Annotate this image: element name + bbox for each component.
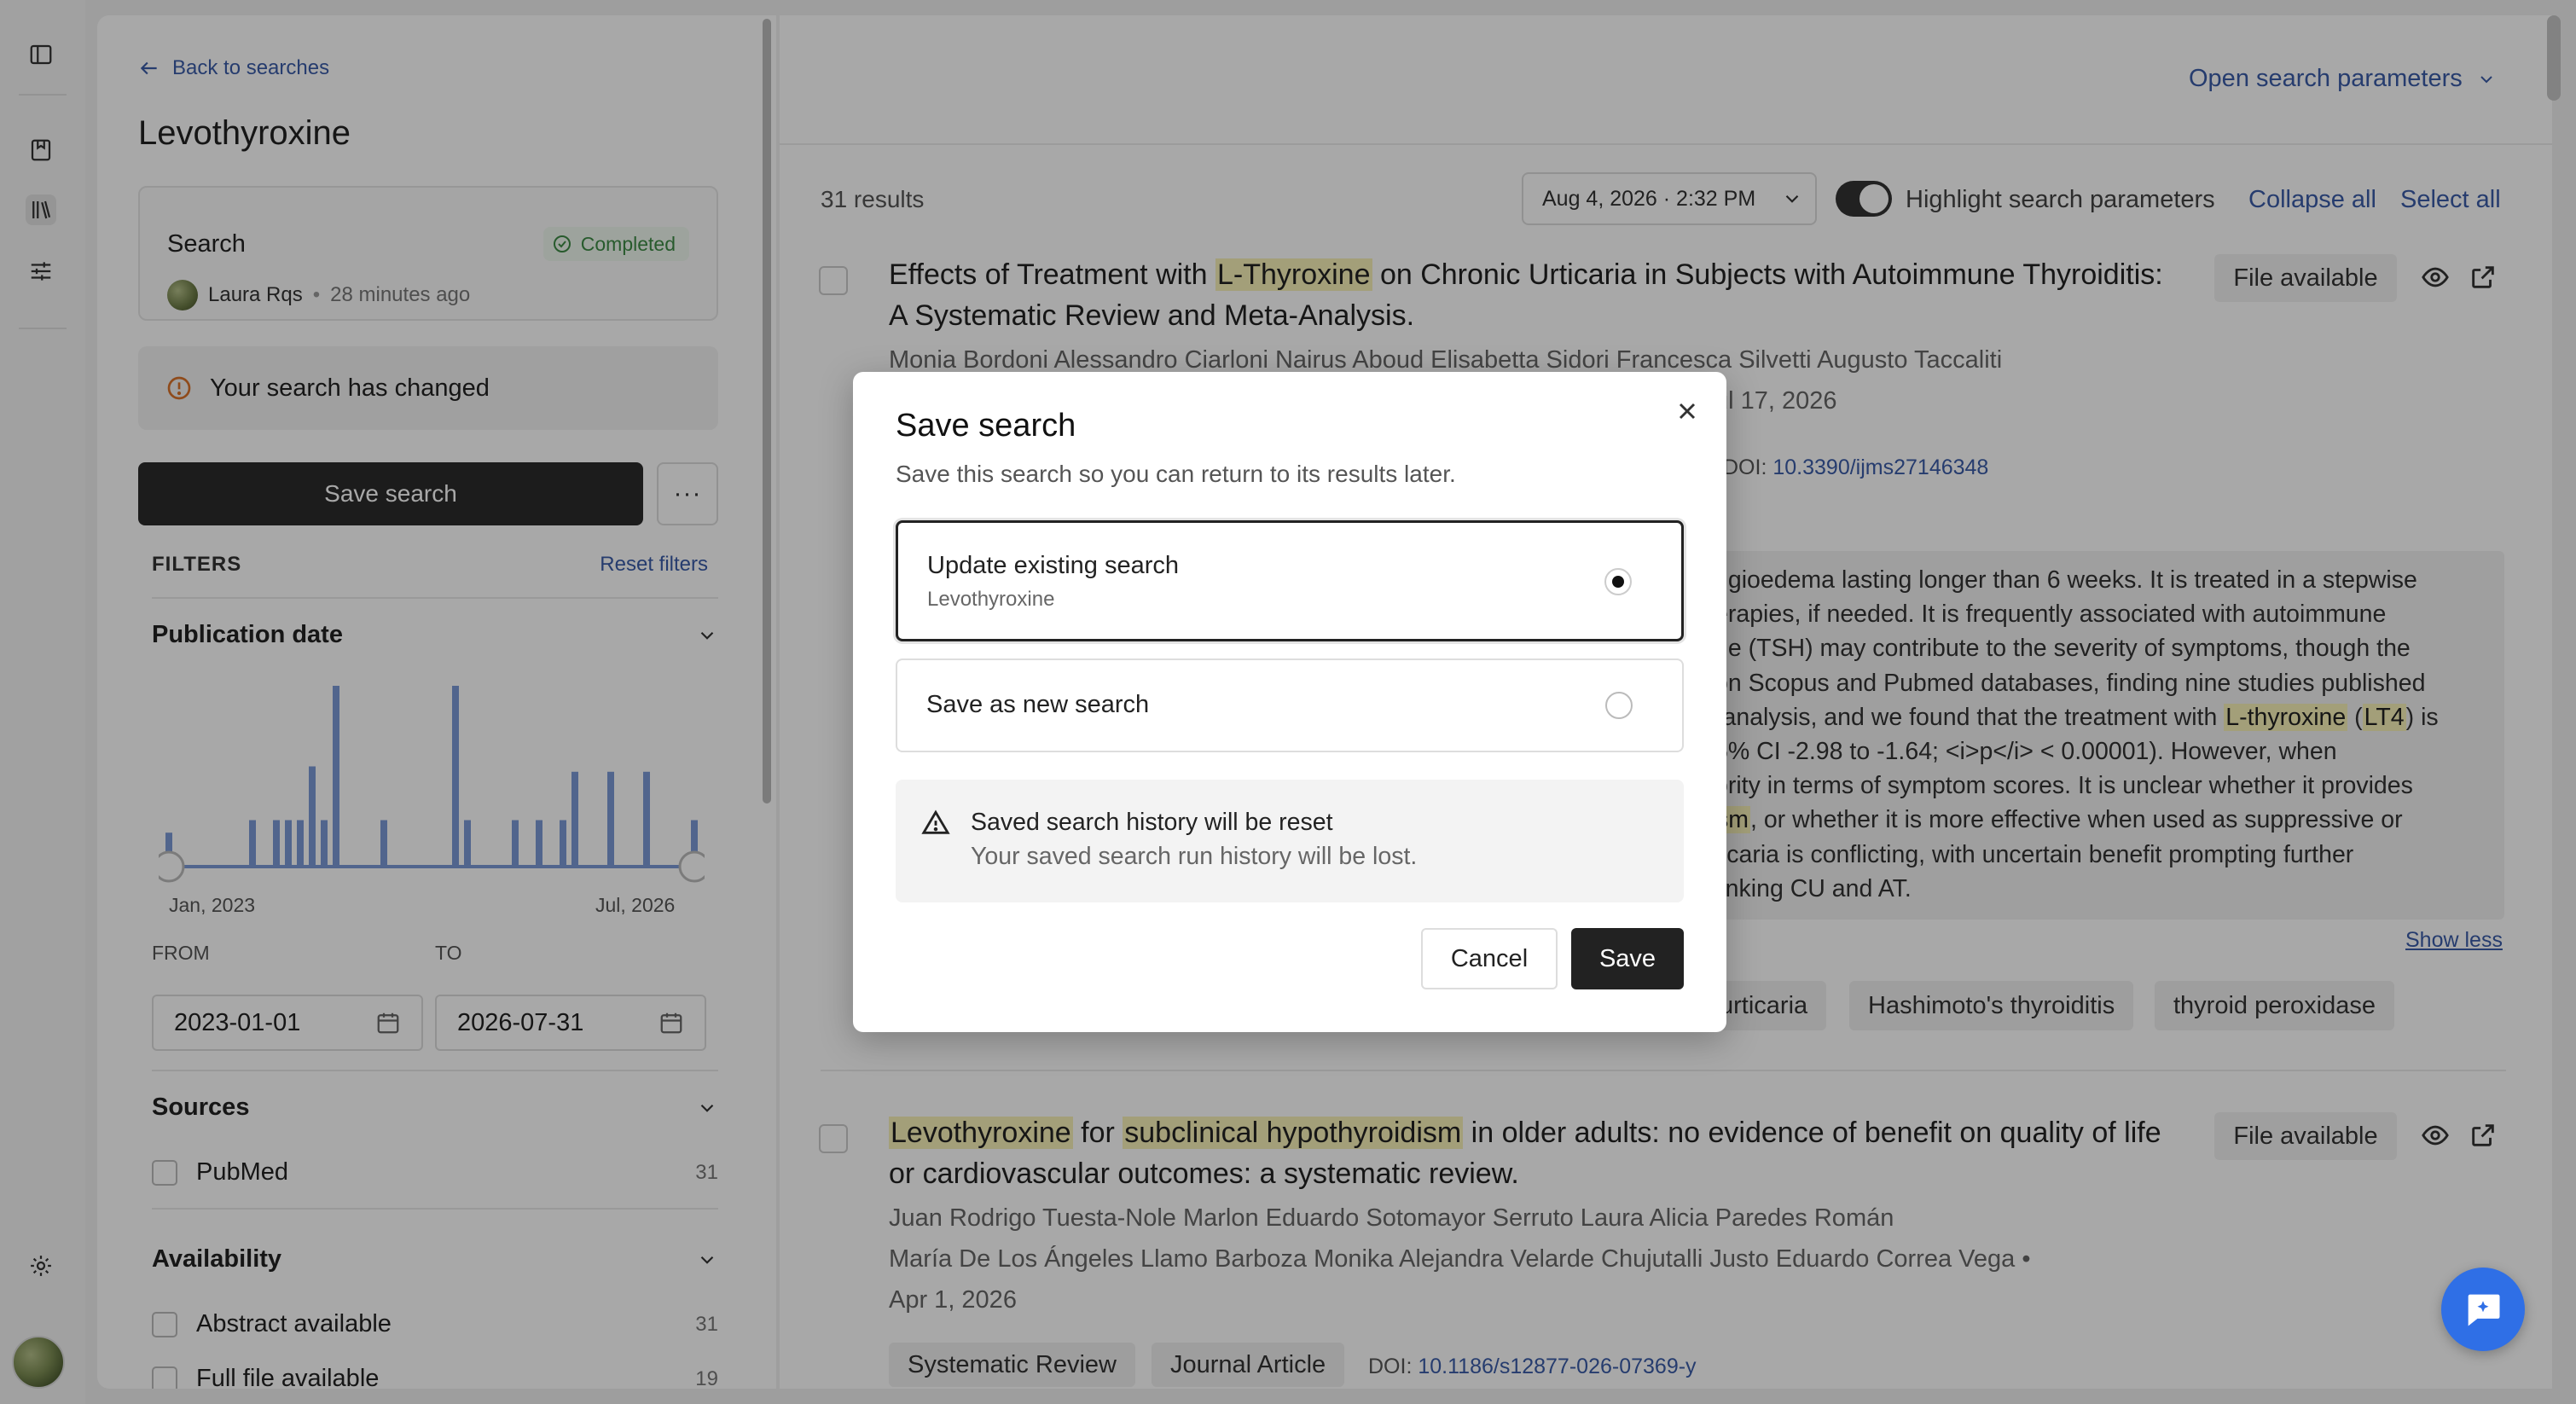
save-as-new-option[interactable]: Save as new search (896, 658, 1684, 752)
option-title: Update existing search (927, 552, 1179, 579)
chat-icon (2468, 1294, 2500, 1326)
dialog-title: Save search (896, 408, 1076, 444)
radio-unselected[interactable] (1605, 692, 1633, 719)
option-title: Save as new search (926, 691, 1150, 718)
update-existing-option[interactable]: Update existing search Levothyroxine (896, 520, 1684, 641)
save-search-dialog: Save search Save this search so you can … (853, 372, 1726, 1032)
dialog-subtitle: Save this search so you can return to it… (896, 461, 1456, 487)
history-reset-warning: Saved search history will be reset Your … (896, 780, 1684, 902)
warning-triangle-icon (921, 809, 950, 834)
warning-title: Saved search history will be reset (971, 809, 1333, 836)
radio-selected[interactable] (1604, 568, 1632, 595)
close-icon[interactable] (1674, 397, 1701, 425)
chat-fab-button[interactable] (2441, 1268, 2525, 1351)
cancel-button[interactable]: Cancel (1421, 928, 1558, 989)
option-subtitle: Levothyroxine (927, 588, 1055, 611)
warning-text: Your saved search run history will be lo… (971, 843, 1418, 870)
save-button[interactable]: Save (1571, 928, 1684, 989)
